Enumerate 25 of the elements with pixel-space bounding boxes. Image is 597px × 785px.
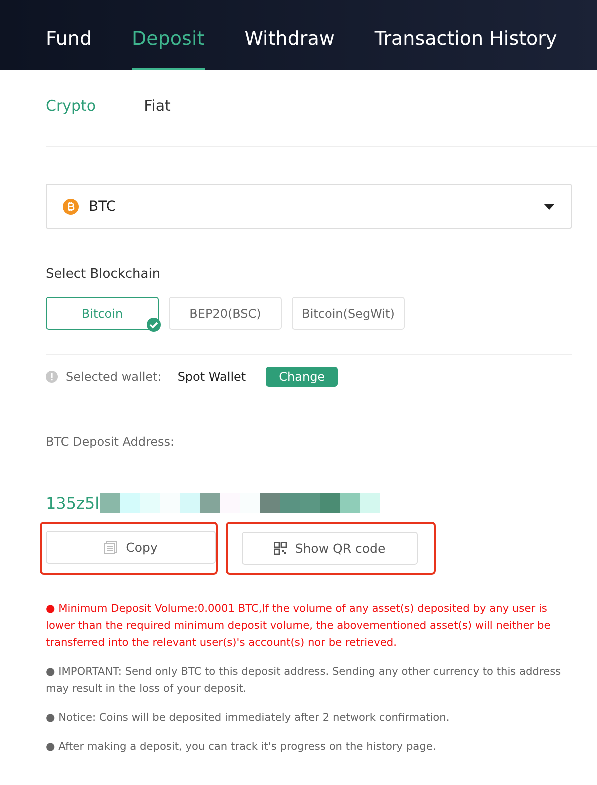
caret-icon [544, 204, 555, 210]
bitcoin-icon [63, 198, 79, 214]
check-icon [147, 318, 161, 332]
copy-icon [104, 540, 118, 554]
wallet-name: Spot Wallet [178, 370, 246, 384]
nav-tab[interactable]: Transaction History [374, 0, 558, 70]
show-qr-button[interactable]: Show QR code [242, 532, 418, 565]
deposit-address: 135z5l [46, 494, 100, 512]
address-label: BTC Deposit Address: [46, 435, 176, 449]
copy-button[interactable]: Copy [46, 531, 216, 564]
sub-tab[interactable]: Fiat [144, 97, 171, 115]
nav-tab[interactable]: Fund [46, 0, 92, 70]
wallet-label: Selected wallet: [66, 370, 162, 384]
blockchain-option[interactable]: BEP20(BSC) [169, 297, 282, 330]
info-note: ● After making a deposit, you can track it's progress on the history page. [46, 740, 438, 755]
warning-note: ● Minimum Deposit Volume:0.0001 BTC,If the volume of any asset(s) deposited by any user is lower than the required minimum deposit volume, the abovementioned asset(s) will neither be transferred into the relevant user(s)'s account(s) nor be retrieved. [46, 602, 552, 651]
info-icon [46, 371, 58, 383]
info-note: ● Notice: Coins will be deposited immediately after 2 network confirmation. [46, 711, 451, 726]
coin-dropdown[interactable]: BTC [46, 184, 572, 229]
qr-code-icon [274, 542, 288, 555]
blockchain-option[interactable]: Bitcoin(SegWit) [292, 297, 405, 330]
section-label: Select Blockchain [46, 267, 162, 282]
nav-tab[interactable]: Withdraw [244, 0, 335, 70]
nav-tab[interactable]: Deposit [132, 0, 205, 70]
info-note: ● IMPORTANT: Send only BTC to this deposit address. Sending any other currency to this address may result in the loss of your deposit. [46, 665, 562, 697]
